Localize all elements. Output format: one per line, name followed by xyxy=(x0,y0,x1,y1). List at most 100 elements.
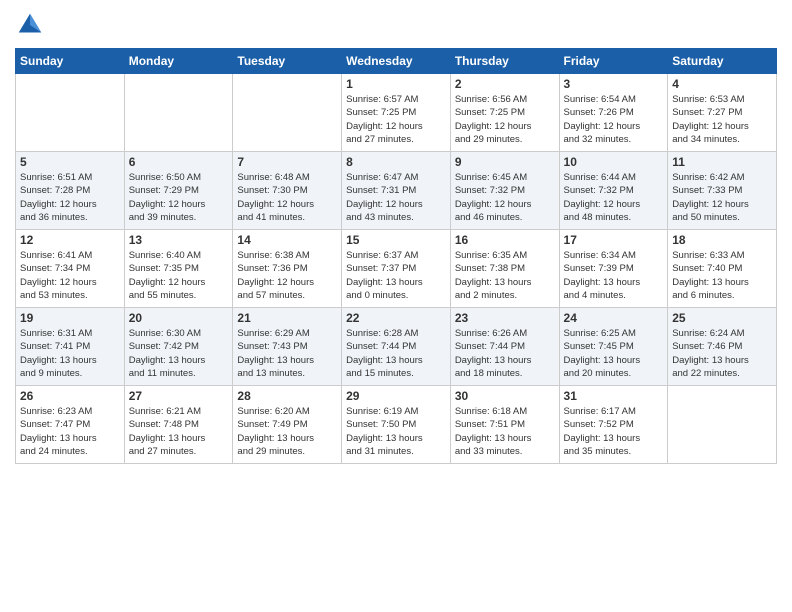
header xyxy=(15,10,777,40)
day-number: 25 xyxy=(672,311,772,325)
day-number: 5 xyxy=(20,155,120,169)
cell-info: Sunrise: 6:29 AM Sunset: 7:43 PM Dayligh… xyxy=(237,327,337,380)
day-number: 23 xyxy=(455,311,555,325)
calendar-cell: 16 Sunrise: 6:35 AM Sunset: 7:38 PM Dayli… xyxy=(450,230,559,308)
cell-info: Sunrise: 6:38 AM Sunset: 7:36 PM Dayligh… xyxy=(237,249,337,302)
logo xyxy=(15,10,49,40)
calendar-week-row: 19Sunrise: 6:31 AM Sunset: 7:41 PM Dayli… xyxy=(16,308,777,386)
weekday-header: Tuesday xyxy=(233,49,342,74)
cell-info: Sunrise: 6:44 AM Sunset: 7:32 PM Dayligh… xyxy=(564,171,664,224)
day-number: 18 xyxy=(672,233,772,247)
calendar-cell: 22 Sunrise: 6:28 AM Sunset: 7:44 PM Dayli… xyxy=(342,308,451,386)
weekday-header: Thursday xyxy=(450,49,559,74)
calendar-week-row: 26 Sunrise: 6:23 AM Sunset: 7:47 PM Dayli… xyxy=(16,386,777,464)
calendar-cell: 11 Sunrise: 6:42 AM Sunset: 7:33 PM Dayli… xyxy=(668,152,777,230)
calendar-cell: 13 Sunrise: 6:40 AM Sunset: 7:35 PM Dayli… xyxy=(124,230,233,308)
cell-info: Sunrise: 6:41 AM Sunset: 7:34 PM Dayligh… xyxy=(20,249,120,302)
cell-info: Sunrise: 6:50 AM Sunset: 7:29 PM Dayligh… xyxy=(129,171,229,224)
cell-info: Sunrise: 6:47 AM Sunset: 7:31 PM Dayligh… xyxy=(346,171,446,224)
calendar-cell: 17Sunrise: 6:34 AM Sunset: 7:39 PM Dayli… xyxy=(559,230,668,308)
calendar-cell: 19Sunrise: 6:31 AM Sunset: 7:41 PM Dayli… xyxy=(16,308,125,386)
day-number: 3 xyxy=(564,77,664,91)
calendar-cell: 31 Sunrise: 6:17 AM Sunset: 7:52 PM Dayli… xyxy=(559,386,668,464)
calendar-cell: 26 Sunrise: 6:23 AM Sunset: 7:47 PM Dayli… xyxy=(16,386,125,464)
calendar-cell: 14 Sunrise: 6:38 AM Sunset: 7:36 PM Dayli… xyxy=(233,230,342,308)
day-number: 4 xyxy=(672,77,772,91)
calendar-cell: 21 Sunrise: 6:29 AM Sunset: 7:43 PM Dayli… xyxy=(233,308,342,386)
day-number: 24 xyxy=(564,311,664,325)
calendar-cell xyxy=(233,74,342,152)
cell-info: Sunrise: 6:26 AM Sunset: 7:44 PM Dayligh… xyxy=(455,327,555,380)
calendar-cell: 4 Sunrise: 6:53 AM Sunset: 7:27 PM Daylig… xyxy=(668,74,777,152)
cell-info: Sunrise: 6:33 AM Sunset: 7:40 PM Dayligh… xyxy=(672,249,772,302)
cell-info: Sunrise: 6:54 AM Sunset: 7:26 PM Dayligh… xyxy=(564,93,664,146)
day-number: 11 xyxy=(672,155,772,169)
day-number: 10 xyxy=(564,155,664,169)
calendar: SundayMondayTuesdayWednesdayThursdayFrid… xyxy=(15,48,777,464)
calendar-cell: 24 Sunrise: 6:25 AM Sunset: 7:45 PM Dayli… xyxy=(559,308,668,386)
day-number: 17 xyxy=(564,233,664,247)
calendar-cell: 30 Sunrise: 6:18 AM Sunset: 7:51 PM Dayli… xyxy=(450,386,559,464)
cell-info: Sunrise: 6:40 AM Sunset: 7:35 PM Dayligh… xyxy=(129,249,229,302)
calendar-cell: 29 Sunrise: 6:19 AM Sunset: 7:50 PM Dayli… xyxy=(342,386,451,464)
calendar-header-row: SundayMondayTuesdayWednesdayThursdayFrid… xyxy=(16,49,777,74)
cell-info: Sunrise: 6:19 AM Sunset: 7:50 PM Dayligh… xyxy=(346,405,446,458)
cell-info: Sunrise: 6:23 AM Sunset: 7:47 PM Dayligh… xyxy=(20,405,120,458)
day-number: 28 xyxy=(237,389,337,403)
calendar-cell: 5 Sunrise: 6:51 AM Sunset: 7:28 PM Daylig… xyxy=(16,152,125,230)
calendar-cell xyxy=(124,74,233,152)
calendar-cell: 9Sunrise: 6:45 AM Sunset: 7:32 PM Daylig… xyxy=(450,152,559,230)
calendar-cell: 27Sunrise: 6:21 AM Sunset: 7:48 PM Dayli… xyxy=(124,386,233,464)
weekday-header: Monday xyxy=(124,49,233,74)
weekday-header: Sunday xyxy=(16,49,125,74)
calendar-cell: 7Sunrise: 6:48 AM Sunset: 7:30 PM Daylig… xyxy=(233,152,342,230)
calendar-cell: 12Sunrise: 6:41 AM Sunset: 7:34 PM Dayli… xyxy=(16,230,125,308)
calendar-cell: 2 Sunrise: 6:56 AM Sunset: 7:25 PM Daylig… xyxy=(450,74,559,152)
calendar-cell: 20Sunrise: 6:30 AM Sunset: 7:42 PM Dayli… xyxy=(124,308,233,386)
day-number: 27 xyxy=(129,389,229,403)
cell-info: Sunrise: 6:28 AM Sunset: 7:44 PM Dayligh… xyxy=(346,327,446,380)
day-number: 2 xyxy=(455,77,555,91)
cell-info: Sunrise: 6:48 AM Sunset: 7:30 PM Dayligh… xyxy=(237,171,337,224)
day-number: 16 xyxy=(455,233,555,247)
cell-info: Sunrise: 6:25 AM Sunset: 7:45 PM Dayligh… xyxy=(564,327,664,380)
day-number: 15 xyxy=(346,233,446,247)
cell-info: Sunrise: 6:18 AM Sunset: 7:51 PM Dayligh… xyxy=(455,405,555,458)
cell-info: Sunrise: 6:56 AM Sunset: 7:25 PM Dayligh… xyxy=(455,93,555,146)
calendar-cell: 8 Sunrise: 6:47 AM Sunset: 7:31 PM Daylig… xyxy=(342,152,451,230)
calendar-cell: 23 Sunrise: 6:26 AM Sunset: 7:44 PM Dayli… xyxy=(450,308,559,386)
calendar-cell: 1Sunrise: 6:57 AM Sunset: 7:25 PM Daylig… xyxy=(342,74,451,152)
day-number: 22 xyxy=(346,311,446,325)
weekday-header: Wednesday xyxy=(342,49,451,74)
cell-info: Sunrise: 6:51 AM Sunset: 7:28 PM Dayligh… xyxy=(20,171,120,224)
day-number: 29 xyxy=(346,389,446,403)
page: SundayMondayTuesdayWednesdayThursdayFrid… xyxy=(0,0,792,612)
day-number: 19 xyxy=(20,311,120,325)
calendar-cell: 28 Sunrise: 6:20 AM Sunset: 7:49 PM Dayli… xyxy=(233,386,342,464)
cell-info: Sunrise: 6:35 AM Sunset: 7:38 PM Dayligh… xyxy=(455,249,555,302)
cell-info: Sunrise: 6:30 AM Sunset: 7:42 PM Dayligh… xyxy=(129,327,229,380)
day-number: 13 xyxy=(129,233,229,247)
cell-info: Sunrise: 6:20 AM Sunset: 7:49 PM Dayligh… xyxy=(237,405,337,458)
day-number: 31 xyxy=(564,389,664,403)
cell-info: Sunrise: 6:37 AM Sunset: 7:37 PM Dayligh… xyxy=(346,249,446,302)
day-number: 21 xyxy=(237,311,337,325)
cell-info: Sunrise: 6:17 AM Sunset: 7:52 PM Dayligh… xyxy=(564,405,664,458)
logo-icon xyxy=(15,10,45,40)
day-number: 26 xyxy=(20,389,120,403)
calendar-cell: 10 Sunrise: 6:44 AM Sunset: 7:32 PM Dayli… xyxy=(559,152,668,230)
cell-info: Sunrise: 6:53 AM Sunset: 7:27 PM Dayligh… xyxy=(672,93,772,146)
calendar-cell: 18 Sunrise: 6:33 AM Sunset: 7:40 PM Dayli… xyxy=(668,230,777,308)
calendar-cell: 6 Sunrise: 6:50 AM Sunset: 7:29 PM Daylig… xyxy=(124,152,233,230)
day-number: 8 xyxy=(346,155,446,169)
day-number: 1 xyxy=(346,77,446,91)
calendar-cell: 25Sunrise: 6:24 AM Sunset: 7:46 PM Dayli… xyxy=(668,308,777,386)
calendar-week-row: 12Sunrise: 6:41 AM Sunset: 7:34 PM Dayli… xyxy=(16,230,777,308)
cell-info: Sunrise: 6:45 AM Sunset: 7:32 PM Dayligh… xyxy=(455,171,555,224)
calendar-week-row: 1Sunrise: 6:57 AM Sunset: 7:25 PM Daylig… xyxy=(16,74,777,152)
calendar-cell xyxy=(16,74,125,152)
day-number: 14 xyxy=(237,233,337,247)
cell-info: Sunrise: 6:42 AM Sunset: 7:33 PM Dayligh… xyxy=(672,171,772,224)
day-number: 6 xyxy=(129,155,229,169)
day-number: 30 xyxy=(455,389,555,403)
